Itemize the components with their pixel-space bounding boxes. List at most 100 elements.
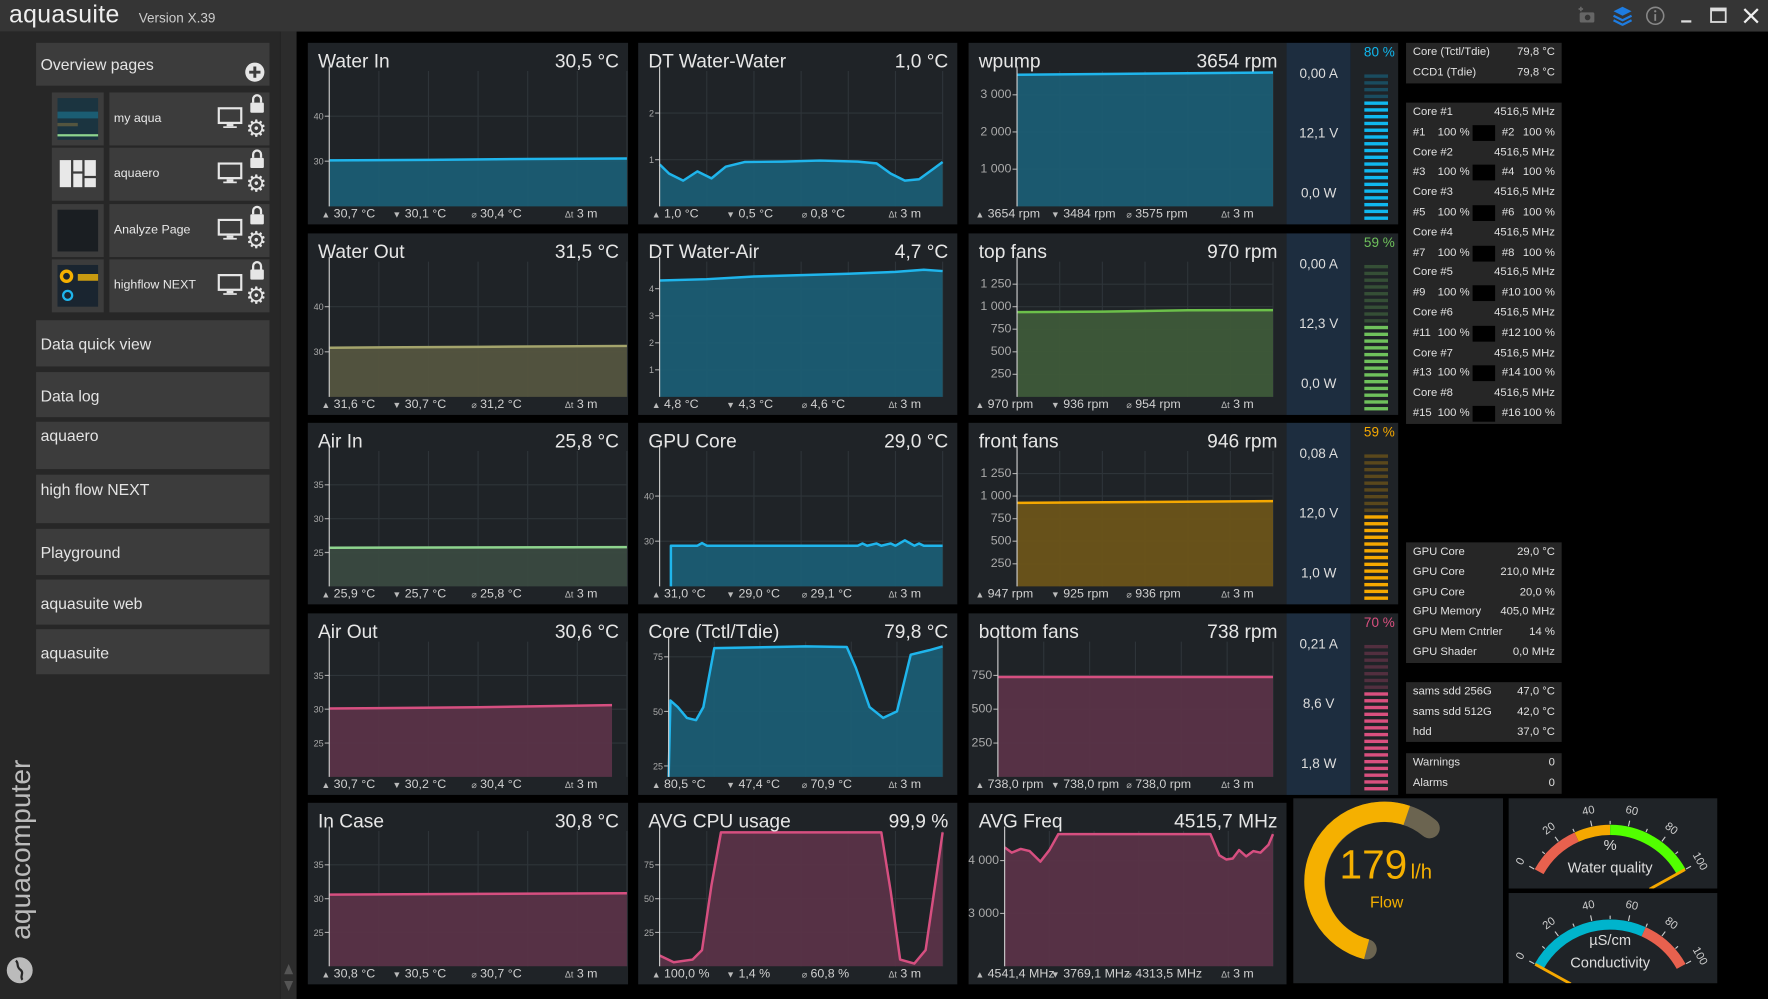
chart-current-value: 30,5 °C xyxy=(554,50,620,73)
gauge-label: Water quality xyxy=(1567,859,1653,877)
power-value: 0,0 W xyxy=(1300,375,1337,392)
gpu-panel-row: GPU Core 210,0 MHz xyxy=(1406,562,1562,582)
info-icon[interactable] xyxy=(1645,6,1665,26)
footer-min: ▼ 0,5 °C xyxy=(726,207,773,221)
gear-icon[interactable]: ⚙ xyxy=(246,284,267,309)
scroll-arrows-icon[interactable] xyxy=(283,963,294,992)
footer-avg: ⌀ 936 rpm xyxy=(1126,587,1180,601)
thread-load: 100 % xyxy=(1522,246,1555,259)
bar-segment xyxy=(1364,142,1389,146)
page-thumbnail[interactable] xyxy=(51,147,104,201)
page-item-analyze-page[interactable]: Analyze Page ⚙ xyxy=(109,204,270,258)
lock-icon[interactable] xyxy=(249,205,265,225)
disk-panel: sams sdd 256G 47,0 °C sams sdd 512G 42,0 °C… xyxy=(1406,682,1562,743)
core-label: Core #4 xyxy=(1412,226,1453,239)
app-version: Version X.39 xyxy=(138,10,216,26)
electrical-panel: 0,21 A 8,6 V 1,8 W xyxy=(1286,613,1351,795)
camera-icon[interactable] xyxy=(1576,6,1596,26)
page-thumbnail[interactable] xyxy=(51,259,104,313)
avg-icon: ⌀ xyxy=(1126,589,1132,600)
thread-id: #13 xyxy=(1412,366,1432,380)
footer-max-value: 738,0 rpm xyxy=(987,778,1044,792)
add-page-icon[interactable] xyxy=(245,62,265,82)
y-tick-label: 50 xyxy=(644,894,654,904)
min-icon: ▼ xyxy=(392,969,402,980)
bar-segment xyxy=(1364,386,1389,391)
chart-title: GPU Core xyxy=(648,430,737,453)
monitor-icon[interactable] xyxy=(217,107,243,128)
thread-id: #2 xyxy=(1501,126,1515,139)
bar-segment xyxy=(1364,665,1389,669)
power-value: 1,0 W xyxy=(1300,564,1337,581)
lock-icon[interactable] xyxy=(249,94,265,114)
gear-icon[interactable]: ⚙ xyxy=(246,117,267,142)
sidebar-item-data-log[interactable]: Data log xyxy=(36,372,270,418)
row-value: 42,0 °C xyxy=(1517,705,1555,719)
minimize-icon[interactable] xyxy=(1677,6,1697,26)
avg-icon: ⌀ xyxy=(801,969,808,980)
monitor-icon[interactable] xyxy=(217,273,243,295)
monitor-icon[interactable] xyxy=(217,218,243,240)
min-icon: ▼ xyxy=(1050,969,1060,980)
sidebar-item-aquaero[interactable]: aquaero xyxy=(36,421,270,470)
page-name: highflow NEXT xyxy=(113,278,196,293)
sidebar-item-playground[interactable]: Playground xyxy=(36,528,270,576)
sidebar-item-high-flow-next[interactable]: high flow NEXT xyxy=(36,474,270,524)
time-span-icon: Δt xyxy=(564,780,574,791)
footer-max: ▲ 25,9 °C xyxy=(321,587,375,601)
thread-id: #5 xyxy=(1412,206,1426,219)
row-value: 20,0 % xyxy=(1519,585,1555,599)
overview-pages-header[interactable]: Overview pages xyxy=(36,42,270,86)
row-value: 79,8 °C xyxy=(1517,66,1555,79)
lock-icon[interactable] xyxy=(249,149,265,169)
monitor-icon[interactable] xyxy=(217,162,243,184)
layers-icon[interactable] xyxy=(1612,6,1633,26)
sidebar-item-label: aquasuite xyxy=(40,643,110,662)
core-freq: 4516,5 MHz xyxy=(1494,306,1555,320)
chart-title: bottom fans xyxy=(978,621,1079,643)
chart-current-value: 946 rpm xyxy=(1207,430,1278,453)
footer-dt-value: 3 m xyxy=(576,398,598,412)
gauge-tick xyxy=(1590,820,1593,827)
sidebar-item-aquasuite-web[interactable]: aquasuite web xyxy=(36,579,270,625)
chart-current-value: 4515,7 MHz xyxy=(1174,810,1278,833)
bar-segment xyxy=(1364,312,1389,316)
core-row: Core #5 4516,5 MHz xyxy=(1406,263,1562,283)
max-icon: ▲ xyxy=(975,780,985,791)
page-item-my-aqua[interactable]: my aqua ⚙ xyxy=(109,92,270,146)
maximize-icon[interactable] xyxy=(1708,6,1728,26)
max-icon: ▲ xyxy=(651,400,661,411)
chart-title: DT Water-Air xyxy=(648,241,760,263)
min-icon: ▼ xyxy=(1050,589,1060,600)
thread-row: #9 100 % #10 100 % xyxy=(1406,283,1562,303)
gear-icon[interactable]: ⚙ xyxy=(246,228,267,254)
footer-dt-value: 3 m xyxy=(576,967,598,981)
row-value: 47,0 °C xyxy=(1517,685,1555,698)
footer-dt: Δt 3 m xyxy=(1221,967,1254,981)
lock-icon[interactable] xyxy=(249,260,265,280)
page-thumbnail[interactable] xyxy=(51,92,104,146)
sidebar-item-data-quick-view[interactable]: Data quick view xyxy=(36,320,270,367)
sidebar-item-aquasuite[interactable]: aquasuite xyxy=(36,629,270,675)
core-row: Core #7 4516,5 MHz xyxy=(1406,343,1562,363)
bar-segment xyxy=(1364,155,1389,159)
page-item-highflow-next[interactable]: highflow NEXT ⚙ xyxy=(109,259,270,313)
close-icon[interactable] xyxy=(1741,6,1761,26)
page-item-aquaero[interactable]: aquaero ⚙ xyxy=(109,147,270,201)
gpu-panel-row: GPU Core 29,0 °C xyxy=(1406,542,1562,562)
row-value: 405,0 MHz xyxy=(1500,605,1555,619)
bar-segment xyxy=(1364,712,1389,716)
sidebar-scrollbar[interactable] xyxy=(279,31,297,999)
gear-icon[interactable]: ⚙ xyxy=(246,172,267,198)
avg-icon: ⌀ xyxy=(471,780,477,791)
thread-load: 100 % xyxy=(1437,286,1470,299)
row-value: 0 xyxy=(1548,756,1555,769)
chart-tile-water-out: 30 40 Water Out 31,5 °C ▲ 31,6 °C ▼ 30,7 °C ⌀ 31,… xyxy=(307,233,629,415)
thread-id: #15 xyxy=(1412,406,1432,420)
chart-current-value: 738 rpm xyxy=(1207,621,1278,643)
footer-max: ▲ 970 rpm xyxy=(975,398,1033,412)
chart-title: wpump xyxy=(978,50,1041,73)
output-bar-panel: 59 % xyxy=(1350,233,1399,415)
core-freq: 4516,5 MHz xyxy=(1494,386,1555,400)
page-thumbnail[interactable] xyxy=(51,204,104,258)
